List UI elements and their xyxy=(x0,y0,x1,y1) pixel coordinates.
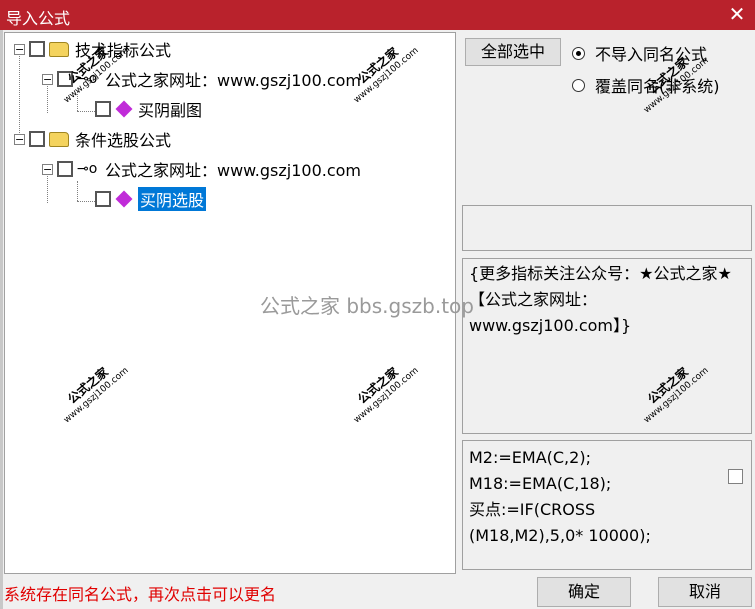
radio-unselected-icon[interactable] xyxy=(572,78,585,92)
select-all-button[interactable]: 全部选中 xyxy=(465,38,561,66)
node-label-selected: 买阴选股 xyxy=(138,187,207,211)
close-icon[interactable]: ✕ xyxy=(725,2,749,26)
tree-node-buy-yin-subchart[interactable]: 买阴副图 xyxy=(95,98,202,120)
folder-icon xyxy=(49,41,69,57)
node-checkbox[interactable] xyxy=(95,101,111,117)
tree-connector xyxy=(77,181,78,201)
node-label: 公式之家网址：www.gszj100.com xyxy=(105,161,362,180)
code-line: 买点:=IF(CROSS xyxy=(469,500,596,519)
tree-connector xyxy=(77,111,95,112)
node-label: 公式之家网址：www.gszj100.com xyxy=(105,71,362,90)
radio-selected-icon[interactable] xyxy=(572,46,585,60)
formula-description: {更多指标关注公众号：★公式之家★【公式之家网址：www.gszj100.com… xyxy=(462,258,752,434)
code-line: (M18,M2),5,0* 10000); xyxy=(469,526,651,545)
code-line: M18:=EMA(C,18); xyxy=(469,474,612,493)
window-title: 导入公式 xyxy=(6,9,71,28)
folder-icon xyxy=(49,131,69,147)
node-checkbox[interactable] xyxy=(57,161,73,177)
ok-button[interactable]: 确定 xyxy=(537,577,631,607)
node-label: 条件选股公式 xyxy=(75,131,172,150)
tree-node-stock-selection[interactable]: − 条件选股公式 xyxy=(14,128,171,150)
center-watermark: 公式之家 bbs.gszb.top xyxy=(260,294,474,318)
collapse-icon[interactable]: − xyxy=(14,133,25,145)
cancel-button[interactable]: 取消 xyxy=(658,577,752,607)
tree-node-site-2[interactable]: − ⊸o 公式之家网址：www.gszj100.com xyxy=(42,158,361,180)
formula-gem-icon xyxy=(115,100,133,118)
title-bar: 导入公式 ✕ xyxy=(0,0,755,30)
node-label: 买阴副图 xyxy=(138,101,203,120)
node-checkbox[interactable] xyxy=(29,41,45,57)
window-edge xyxy=(0,30,3,609)
code-checkbox[interactable] xyxy=(728,469,743,484)
collapse-icon[interactable]: − xyxy=(14,43,25,55)
code-line: M2:=EMA(C,2); xyxy=(469,448,591,467)
tree-connector xyxy=(77,201,95,202)
name-field[interactable] xyxy=(462,205,752,251)
formula-code: M2:=EMA(C,2); M18:=EMA(C,18); 买点:=IF(CRO… xyxy=(462,440,752,570)
description-text: {更多指标关注公众号：★公式之家★【公式之家网址：www.gszj100.com… xyxy=(469,264,732,335)
collapse-icon[interactable]: − xyxy=(42,163,53,175)
node-checkbox[interactable] xyxy=(95,191,111,207)
status-message: 系统存在同名公式，再次点击可以更名 xyxy=(4,585,277,604)
tree-node-buy-yin-selection[interactable]: 买阴选股 xyxy=(95,187,207,211)
formula-gem-icon xyxy=(115,190,133,208)
node-checkbox[interactable] xyxy=(29,131,45,147)
collapse-icon[interactable]: − xyxy=(42,73,53,85)
key-icon: ⊸o xyxy=(77,161,98,177)
